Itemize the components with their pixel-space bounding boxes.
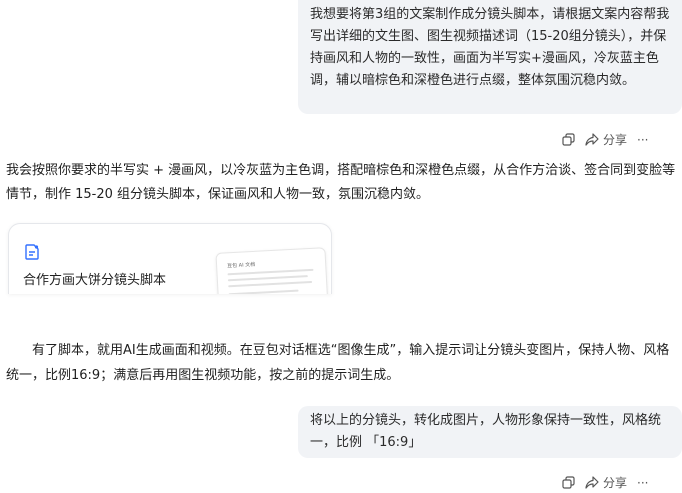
more-button[interactable]: ··· <box>637 476 648 490</box>
document-icon <box>25 244 39 264</box>
more-button[interactable]: ··· <box>637 133 648 147</box>
user-message-bubble: 我想要将第3组的文案制作成分镜头脚本，请根据文案内容帮我写出详细的文生图、图生视… <box>298 0 682 114</box>
user-message-text: 将以上的分镜头，转化成图片，人物形象保持一致性，风格统一，比例 「16:9」 <box>310 413 662 450</box>
user-message-bubble: 将以上的分镜头，转化成图片，人物形象保持一致性，风格统一，比例 「16:9」 <box>298 406 682 458</box>
preview-text-line <box>228 280 313 288</box>
share-label: 分享 <box>603 133 628 147</box>
document-title: 合作方画大饼分镜头脚本 <box>23 273 167 288</box>
preview-text-line <box>228 289 299 294</box>
copy-button[interactable] <box>562 133 575 146</box>
share-icon <box>585 133 599 146</box>
copy-button[interactable] <box>562 476 575 489</box>
share-label: 分享 <box>603 476 628 490</box>
document-card[interactable]: 合作方画大饼分镜头脚本 豆包 AI 文档 <box>8 223 332 294</box>
share-icon <box>585 476 599 489</box>
preview-text-line <box>227 268 314 276</box>
copy-icon <box>562 133 575 146</box>
message-actions: 分享 ··· <box>562 131 648 148</box>
preview-text-line <box>227 275 308 282</box>
article-paragraph: 有了脚本，就用AI生成画面和视频。在豆包对话框选“图像生成”，输入提示词让分镜头… <box>6 338 678 388</box>
assistant-reply: 我会按照你要求的半写实 + 漫画风，以冷灰蓝为主色调，搭配暗棕色和深橙色点缀，从… <box>6 163 676 202</box>
more-icon: ··· <box>637 132 649 147</box>
document-preview-heading: 豆包 AI 文档 <box>227 261 256 270</box>
share-button[interactable]: 分享 <box>585 131 627 148</box>
more-icon: ··· <box>637 475 649 490</box>
share-button[interactable]: 分享 <box>585 474 627 491</box>
message-actions: 分享 ··· <box>562 474 648 491</box>
copy-icon <box>562 476 575 489</box>
document-preview: 豆包 AI 文档 <box>215 247 329 294</box>
article-text: 有了脚本，就用AI生成画面和视频。在豆包对话框选“图像生成”，输入提示词让分镜头… <box>6 343 670 383</box>
user-message-text: 我想要将第3组的文案制作成分镜头脚本，请根据文案内容帮我写出详细的文生图、图生视… <box>310 7 670 88</box>
